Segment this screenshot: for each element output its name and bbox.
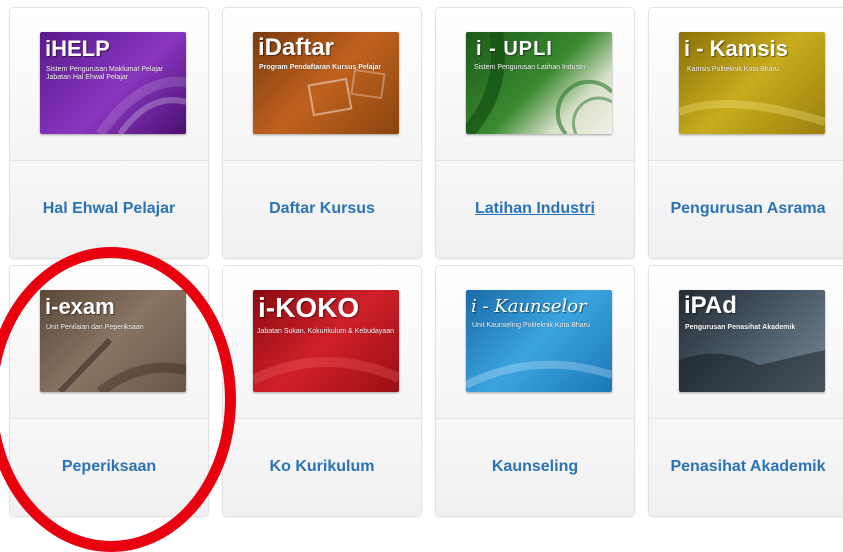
iexam-banner-subtitle: Unit Penilaian dan Peperiksaan [46, 324, 144, 331]
tile-label-area: Penasihat Akademik [649, 419, 843, 516]
latihan-industri-link[interactable]: Latihan Industri [475, 200, 595, 218]
ihelp-banner[interactable]: iHELP Sistem Pengurusan Maklumat Pelajar… [40, 32, 186, 134]
tile-label-area: Kaunseling [436, 419, 634, 516]
tile-label-area: Latihan Industri [436, 161, 634, 258]
tile-label-area: Daftar Kursus [223, 161, 421, 258]
ipad-banner[interactable]: iPAd Pengurusan Penasihat Akademik [679, 290, 825, 392]
iupli-banner-subtitle: Sistem Pengurusan Latihan Industri [474, 64, 585, 71]
tile-label-area: Hal Ehwal Pelajar [10, 161, 208, 258]
ikaunselor-banner[interactable]: i - Kaunselor Unit Kaunseling Politeknik… [466, 290, 612, 392]
ikamsis-banner-title: i - Kamsis [684, 36, 788, 61]
app-tile-pengurusan-asrama[interactable]: i - Kamsis Kamsis Politeknik Kota Bharu … [649, 8, 843, 258]
tile-image-area: iHELP Sistem Pengurusan Maklumat Pelajar… [10, 8, 208, 161]
ko-kurikulum-link[interactable]: Ko Kurikulum [270, 458, 375, 476]
pengurusan-asrama-link[interactable]: Pengurusan Asrama [670, 200, 825, 218]
penasihat-akademik-link[interactable]: Penasihat Akademik [670, 458, 825, 476]
iupli-banner-title: i - UPLI [476, 38, 553, 60]
idaftar-banner-subtitle: Program Pendaftaran Kursus Pelajar [259, 64, 382, 71]
app-tile-penasihat-akademik[interactable]: iPAd Pengurusan Penasihat Akademik Penas… [649, 266, 843, 516]
app-tile-hal-ehwal-pelajar[interactable]: iHELP Sistem Pengurusan Maklumat Pelajar… [10, 8, 208, 258]
tile-image-area: iPAd Pengurusan Penasihat Akademik [649, 266, 843, 419]
iexam-banner-title: i-exam [45, 294, 115, 319]
hal-ehwal-pelajar-link[interactable]: Hal Ehwal Pelajar [43, 200, 176, 218]
kaunseling-link[interactable]: Kaunseling [492, 458, 578, 476]
ikoko-banner-subtitle: Jabatan Sukan, Kokurikulum & Kebudayaan [257, 328, 394, 335]
ikamsis-banner[interactable]: i - Kamsis Kamsis Politeknik Kota Bharu [679, 32, 825, 134]
app-tile-latihan-industri[interactable]: i - UPLI Sistem Pengurusan Latihan Indus… [436, 8, 634, 258]
app-tile-peperiksaan[interactable]: i-exam Unit Penilaian dan Peperiksaan Pe… [10, 266, 208, 516]
idaftar-banner-title: iDaftar [258, 34, 335, 61]
ipad-banner-title: iPAd [684, 292, 737, 319]
ihelp-banner-subtitle: Sistem Pengurusan Maklumat Pelajar Jabat… [46, 66, 164, 81]
tile-image-area: i - UPLI Sistem Pengurusan Latihan Indus… [436, 8, 634, 161]
peperiksaan-link[interactable]: Peperiksaan [62, 458, 156, 476]
idaftar-banner[interactable]: iDaftar Program Pendaftaran Kursus Pelaj… [253, 32, 399, 134]
ikoko-banner[interactable]: i-KOKO Jabatan Sukan, Kokurikulum & Kebu… [253, 290, 399, 392]
ikoko-banner-title: i-KOKO [258, 292, 360, 323]
tile-image-area: iDaftar Program Pendaftaran Kursus Pelaj… [223, 8, 421, 161]
tile-label-area: Peperiksaan [10, 419, 208, 516]
iupli-banner[interactable]: i - UPLI Sistem Pengurusan Latihan Indus… [466, 32, 612, 134]
ikaunselor-banner-title: i - Kaunselor [471, 296, 587, 317]
daftar-kursus-link[interactable]: Daftar Kursus [269, 200, 375, 218]
ikamsis-banner-subtitle: Kamsis Politeknik Kota Bharu [687, 66, 779, 73]
app-tile-daftar-kursus[interactable]: iDaftar Program Pendaftaran Kursus Pelaj… [223, 8, 421, 258]
app-tile-kaunseling[interactable]: i - Kaunselor Unit Kaunseling Politeknik… [436, 266, 634, 516]
ihelp-banner-title: iHELP [45, 36, 110, 61]
tile-label-area: Ko Kurikulum [223, 419, 421, 516]
tile-image-area: i - Kamsis Kamsis Politeknik Kota Bharu [649, 8, 843, 161]
app-tile-ko-kurikulum[interactable]: i-KOKO Jabatan Sukan, Kokurikulum & Kebu… [223, 266, 421, 516]
tile-image-area: i-KOKO Jabatan Sukan, Kokurikulum & Kebu… [223, 266, 421, 419]
tile-image-area: i-exam Unit Penilaian dan Peperiksaan [10, 266, 208, 419]
tile-image-area: i - Kaunselor Unit Kaunseling Politeknik… [436, 266, 634, 419]
ikaunselor-banner-subtitle: Unit Kaunseling Politeknik Kota Bharu [472, 322, 590, 329]
tile-label-area: Pengurusan Asrama [649, 161, 843, 258]
ipad-banner-subtitle: Pengurusan Penasihat Akademik [685, 324, 796, 331]
iexam-banner[interactable]: i-exam Unit Penilaian dan Peperiksaan [40, 290, 186, 392]
